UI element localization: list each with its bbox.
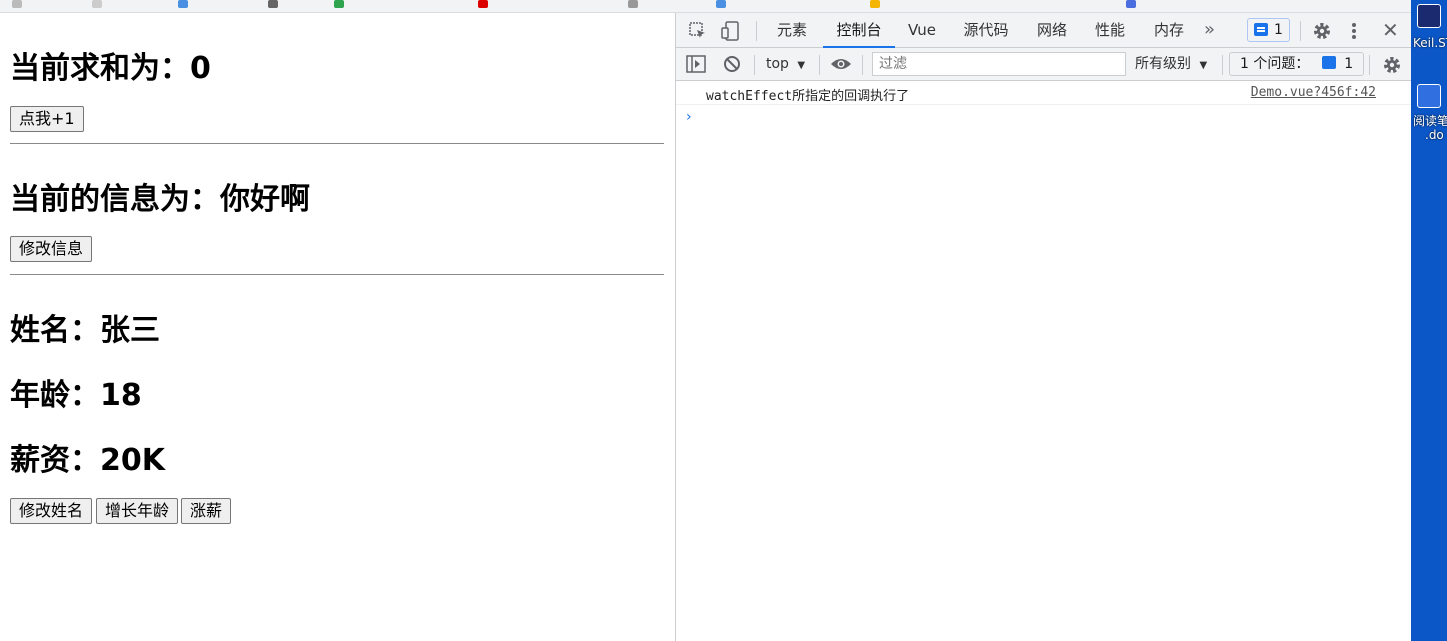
kebab-menu-icon[interactable] xyxy=(1350,21,1358,45)
console-message-text: watchEffect所指定的回调执行了 xyxy=(706,89,910,104)
bookmark-icon[interactable] xyxy=(628,0,638,8)
bookmark-icon[interactable] xyxy=(1126,0,1136,8)
desktop-icon-label: Keil.ST xyxy=(1413,36,1447,50)
edit-message-button[interactable]: 修改信息 xyxy=(10,236,93,262)
sidebar-toggle-icon[interactable] xyxy=(686,55,706,77)
close-icon[interactable]: ✕ xyxy=(1382,20,1399,40)
bookmark-icon[interactable] xyxy=(268,0,278,8)
devtools-tabbar: 元素 控制台 Vue 源代码 网络 性能 内存 » 1 ✕ xyxy=(676,13,1411,48)
message-icon xyxy=(1321,56,1336,69)
console-message-row: watchEffect所指定的回调执行了 Demo.vue?456f:42 xyxy=(676,82,1411,105)
bookmark-icon[interactable] xyxy=(478,0,488,8)
tab-vue[interactable]: Vue xyxy=(902,13,942,48)
separator xyxy=(819,55,820,75)
raise-salary-button[interactable]: 涨薪 xyxy=(181,498,232,524)
bookmark-icon[interactable] xyxy=(12,0,22,8)
eye-icon[interactable] xyxy=(830,56,852,76)
desktop-background: Keil.ST 阅读笔 .do xyxy=(1411,0,1447,641)
issues-label: 1 个问题： xyxy=(1240,56,1310,72)
separator xyxy=(1300,21,1301,41)
sum-heading: 当前求和为：0 xyxy=(10,51,211,86)
divider xyxy=(10,274,664,275)
edit-name-button[interactable]: 修改姓名 xyxy=(10,498,93,524)
device-toolbar-icon[interactable] xyxy=(720,20,742,46)
console-settings-gear-icon[interactable] xyxy=(1382,55,1402,79)
desktop-icon-label: 阅读笔 xyxy=(1413,114,1447,128)
age-heading: 年龄：18 xyxy=(10,378,142,413)
separator xyxy=(1222,55,1223,75)
tab-console[interactable]: 控制台 xyxy=(823,13,895,48)
log-levels-dropdown[interactable]: 所有级别 ▼ xyxy=(1135,54,1207,76)
issues-count: 1 xyxy=(1344,56,1354,72)
issues-badge-count: 1 xyxy=(1274,22,1283,38)
devtools-panel: 元素 控制台 Vue 源代码 网络 性能 内存 » 1 ✕ top ▼ 过滤 所… xyxy=(675,13,1411,641)
grow-age-button[interactable]: 增长年龄 xyxy=(96,498,179,524)
separator xyxy=(754,55,755,75)
name-heading: 姓名：张三 xyxy=(10,313,160,348)
issues-button[interactable]: 1 个问题： 1 xyxy=(1229,52,1365,76)
bookmark-icon[interactable] xyxy=(716,0,726,8)
bookmark-icon[interactable] xyxy=(334,0,344,8)
console-toolbar: top ▼ 所有级别 ▼ 1 个问题： 1 xyxy=(676,48,1411,81)
separator xyxy=(1369,55,1370,75)
message-heading: 当前的信息为：你好啊 xyxy=(10,182,310,217)
separator xyxy=(862,55,863,75)
separator xyxy=(756,21,757,41)
document-file-icon[interactable] xyxy=(1417,84,1441,108)
console-filter-input[interactable] xyxy=(872,52,1126,76)
bookmarks-bar xyxy=(0,0,1411,13)
salary-heading: 薪资：20K xyxy=(10,443,165,478)
desktop-icon-label: .do xyxy=(1425,128,1444,142)
bookmark-icon[interactable] xyxy=(92,0,102,8)
chevron-double-right-icon[interactable]: » xyxy=(1204,21,1215,39)
clear-console-icon[interactable] xyxy=(723,55,741,77)
context-label: top xyxy=(766,56,789,72)
add-one-button[interactable]: 点我+1 xyxy=(10,106,84,132)
inspect-icon[interactable] xyxy=(688,21,708,45)
bookmark-icon[interactable] xyxy=(870,0,880,8)
caret-down-icon: ▼ xyxy=(1199,60,1208,71)
issues-badge[interactable]: 1 xyxy=(1247,18,1290,42)
context-selector[interactable]: top ▼ xyxy=(766,54,805,76)
caret-down-icon: ▼ xyxy=(797,60,806,71)
bookmark-icon[interactable] xyxy=(178,0,188,8)
keil-app-icon[interactable] xyxy=(1417,4,1441,28)
console-prompt-icon[interactable]: › xyxy=(686,109,692,125)
gear-icon[interactable] xyxy=(1312,21,1332,45)
page-content: 当前求和为：0 点我+1 当前的信息为：你好啊 修改信息 姓名：张三 年龄：18… xyxy=(0,13,675,641)
log-levels-label: 所有级别 xyxy=(1135,56,1191,72)
message-icon xyxy=(1254,23,1268,36)
tab-network[interactable]: 网络 xyxy=(1028,13,1076,48)
tab-sources[interactable]: 源代码 xyxy=(954,13,1018,48)
tab-memory[interactable]: 内存 xyxy=(1145,13,1193,48)
tab-elements[interactable]: 元素 xyxy=(768,13,816,48)
divider xyxy=(10,143,664,144)
console-source-link[interactable]: Demo.vue?456f:42 xyxy=(1251,85,1376,100)
tab-performance[interactable]: 性能 xyxy=(1086,13,1134,48)
